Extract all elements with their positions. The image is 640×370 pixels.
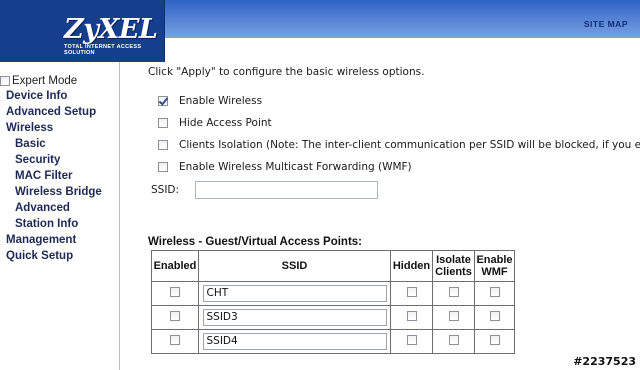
enable-wireless-label: Enable Wireless xyxy=(179,95,263,107)
guest-ssid-input[interactable]: CHT xyxy=(202,285,387,302)
sidebar-item-wireless[interactable]: Wireless xyxy=(6,122,53,134)
enable-wireless-checkbox[interactable] xyxy=(158,96,168,106)
hide-access-point-label: Hide Access Point xyxy=(179,117,272,129)
column-header-ssid: SSID xyxy=(198,250,391,282)
wmf-cell xyxy=(474,329,515,354)
sidebar-item-wireless-bridge[interactable]: Wireless Bridge xyxy=(15,186,102,198)
intro-text: Click "Apply" to configure the basic wir… xyxy=(148,66,425,78)
hide-access-point-option[interactable]: Hide Access Point xyxy=(158,117,272,129)
sidebar-item-security[interactable]: Security xyxy=(15,154,60,166)
clients-isolation-option[interactable]: Clients Isolation (Note: The inter-clien… xyxy=(158,139,640,151)
column-header-enabled: Enabled xyxy=(151,250,199,282)
header-bar: SITE MAP xyxy=(165,0,640,38)
wmf-checkbox[interactable] xyxy=(158,162,168,172)
sidebar-item-device-info[interactable]: Device Info xyxy=(6,90,67,102)
watermark-id: #2237523 xyxy=(573,355,636,368)
wmf-option[interactable]: Enable Wireless Multicast Forwarding (WM… xyxy=(158,161,412,173)
enable-wireless-option[interactable]: Enable Wireless xyxy=(158,95,262,107)
hidden-cell xyxy=(390,281,433,306)
enabled-cell xyxy=(151,305,199,330)
enabled-cell xyxy=(151,329,199,354)
expert-mode-checkbox[interactable] xyxy=(0,76,10,86)
enabled-checkbox[interactable] xyxy=(170,335,180,345)
isolate-cell xyxy=(432,281,475,306)
hidden-checkbox[interactable] xyxy=(406,311,417,321)
wmf-label: Enable Wireless Multicast Forwarding (WM… xyxy=(179,161,412,173)
sidebar-item-advanced-setup[interactable]: Advanced Setup xyxy=(6,106,96,118)
ssid-cell: SSID4 xyxy=(198,329,391,354)
clients-isolation-checkbox[interactable] xyxy=(158,140,168,150)
ssid-input[interactable] xyxy=(195,181,378,199)
hidden-cell xyxy=(390,329,433,354)
sidebar-nav: Expert Mode Device Info Advanced Setup W… xyxy=(0,62,120,370)
table-row: SSID4 xyxy=(151,329,515,354)
column-header-hidden: Hidden xyxy=(390,250,433,282)
sidebar-item-advanced[interactable]: Advanced xyxy=(15,202,70,214)
guest-ap-table: Enabled SSID Hidden Isolate Clients Enab… xyxy=(151,250,515,354)
main-content: Click "Apply" to configure the basic wir… xyxy=(121,38,640,370)
guest-ap-section-title: Wireless - Guest/Virtual Access Points: xyxy=(148,236,363,248)
isolate-cell xyxy=(432,305,475,330)
table-row: SSID3 xyxy=(151,305,515,330)
enabled-checkbox[interactable] xyxy=(170,311,180,321)
enabled-cell xyxy=(151,281,199,306)
hidden-checkbox[interactable] xyxy=(406,335,417,345)
column-header-enable-wmf: Enable WMF xyxy=(474,250,515,282)
enabled-checkbox[interactable] xyxy=(170,287,180,297)
sidebar-item-basic[interactable]: Basic xyxy=(15,138,46,150)
isolate-clients-checkbox[interactable] xyxy=(448,287,459,297)
enable-wmf-checkbox[interactable] xyxy=(489,311,500,321)
isolate-clients-checkbox[interactable] xyxy=(448,311,459,321)
sidebar-item-management[interactable]: Management xyxy=(6,234,76,246)
site-map-link[interactable]: SITE MAP xyxy=(584,19,628,29)
table-row: CHT xyxy=(151,281,515,306)
column-header-isolate-clients: Isolate Clients xyxy=(432,250,475,282)
enable-wmf-checkbox[interactable] xyxy=(489,287,500,297)
expert-mode-toggle[interactable]: Expert Mode xyxy=(0,75,77,87)
expert-mode-label: Expert Mode xyxy=(12,75,78,87)
enable-wmf-checkbox[interactable] xyxy=(489,335,500,345)
sidebar-item-quick-setup[interactable]: Quick Setup xyxy=(6,250,73,262)
clients-isolation-label: Clients Isolation (Note: The inter-clien… xyxy=(179,139,640,151)
hide-access-point-checkbox[interactable] xyxy=(158,118,168,128)
guest-ssid-input[interactable]: SSID4 xyxy=(202,333,387,350)
wmf-cell xyxy=(474,281,515,306)
wmf-cell xyxy=(474,305,515,330)
hidden-checkbox[interactable] xyxy=(406,287,417,297)
sidebar-item-station-info[interactable]: Station Info xyxy=(15,218,78,230)
hidden-cell xyxy=(390,305,433,330)
isolate-cell xyxy=(432,329,475,354)
ssid-cell: SSID3 xyxy=(198,305,391,330)
sidebar-item-mac-filter[interactable]: MAC Filter xyxy=(15,170,73,182)
isolate-clients-checkbox[interactable] xyxy=(448,335,459,345)
guest-ssid-input[interactable]: SSID3 xyxy=(202,309,387,326)
ssid-label: SSID: xyxy=(151,184,180,196)
ssid-cell: CHT xyxy=(198,281,391,306)
